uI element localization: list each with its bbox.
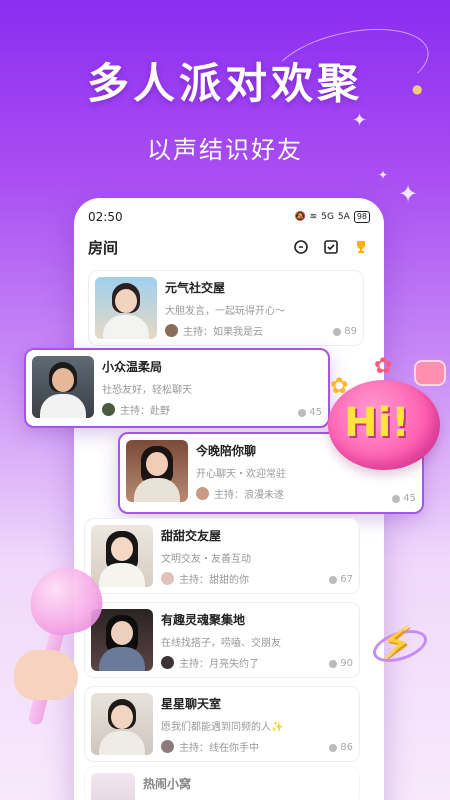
hero-subtitle: 以声结识好友	[147, 136, 303, 164]
room-card[interactable]: 星星聊天室 愿我们都能遇到同频的人✨ 主持：线在你手中 86	[84, 686, 360, 762]
room-desc: 文明交友・友善互动	[161, 554, 251, 565]
status-time: 02:50	[88, 210, 123, 224]
signal-icon: 5G	[321, 212, 334, 222]
wifi-icon: ≋	[309, 212, 318, 222]
room-desc: 社恐友好，轻松聊天	[102, 385, 192, 396]
room-cover	[126, 440, 188, 502]
host-avatar	[165, 324, 178, 337]
room-cover	[32, 356, 94, 418]
app-header: 房间	[88, 234, 370, 260]
checkbox-icon[interactable]	[322, 238, 340, 256]
room-name: 甜甜交友屋	[161, 529, 222, 543]
user-count-icon	[298, 408, 307, 417]
room-name: 有趣灵魂聚集地	[161, 613, 246, 627]
host-name: 主持：线在你手中	[179, 743, 259, 754]
room-cover	[91, 693, 153, 755]
room-desc: 在线找搭子，唠嗑、交朋友	[161, 638, 281, 649]
member-count: 89	[344, 326, 357, 337]
sparkle-icon: ✦	[352, 110, 368, 131]
trophy-icon[interactable]	[352, 238, 370, 256]
room-card[interactable]: 有趣灵魂聚集地 在线找搭子，唠嗑、交朋友 主持：月亮失约了 90	[84, 602, 360, 678]
host-name: 主持：浪漫未遂	[214, 490, 284, 501]
sparkle-icon: ✦	[378, 168, 389, 182]
user-count-icon	[392, 494, 401, 503]
user-count-icon	[333, 327, 342, 336]
host-avatar	[102, 403, 115, 416]
host-avatar	[161, 572, 174, 585]
mute-icon: 🔕	[294, 212, 306, 222]
host-name: 主持：如果我是云	[183, 327, 263, 338]
room-name: 小众温柔局	[102, 360, 163, 374]
host-avatar	[161, 740, 174, 753]
search-icon[interactable]	[292, 238, 310, 256]
host-avatar	[161, 656, 174, 669]
member-count: 86	[340, 742, 353, 753]
signal-icon: 5A	[337, 212, 350, 222]
host-avatar	[196, 487, 209, 500]
room-card[interactable]: 元气社交屋 大胆发言，一起玩得开心～ 主持：如果我是云 89	[88, 270, 364, 346]
host-name: 主持：甜甜的你	[179, 575, 249, 586]
camera-icon	[414, 360, 446, 386]
room-cover	[91, 525, 153, 587]
room-cover	[91, 609, 153, 671]
member-count: 45	[403, 493, 416, 504]
status-bar: 02:50 🔕 ≋ 5G 5A 98	[88, 208, 370, 226]
room-desc: 大胆发言，一起玩得开心～	[165, 306, 285, 317]
room-desc: 愿我们都能遇到同频的人✨	[161, 722, 284, 733]
sparkle-icon: ✦	[398, 180, 419, 208]
battery-icon: 98	[353, 211, 370, 223]
room-card[interactable]: 热闹小窝	[84, 766, 360, 800]
page-title: 房间	[88, 238, 119, 257]
room-card[interactable]: 小众温柔局 社恐友好，轻松聊天 主持：赴野 45	[24, 348, 330, 428]
member-count: 45	[309, 407, 322, 418]
room-cover	[91, 773, 135, 800]
lightning-icon: ⚡	[380, 616, 413, 670]
hand-decoration	[14, 650, 78, 700]
room-name: 元气社交屋	[165, 281, 226, 295]
status-icons: 🔕 ≋ 5G 5A 98	[294, 211, 370, 223]
flower-icon: ✿	[374, 354, 393, 379]
room-name: 星星聊天室	[161, 697, 222, 711]
user-count-icon	[329, 659, 338, 668]
room-cover	[95, 277, 157, 339]
room-card[interactable]: 甜甜交友屋 文明交友・友善互动 主持：甜甜的你 67	[84, 518, 360, 594]
member-count: 90	[340, 658, 353, 669]
user-count-icon	[329, 575, 338, 584]
hi-sticker-text: Hi!	[344, 400, 410, 446]
host-name: 主持：赴野	[120, 406, 170, 417]
host-name: 主持：月亮失约了	[179, 659, 259, 670]
hero-title: 多人派对欢聚	[86, 59, 363, 108]
room-name: 热闹小窝	[143, 777, 192, 791]
user-count-icon	[329, 743, 338, 752]
member-count: 67	[340, 574, 353, 585]
